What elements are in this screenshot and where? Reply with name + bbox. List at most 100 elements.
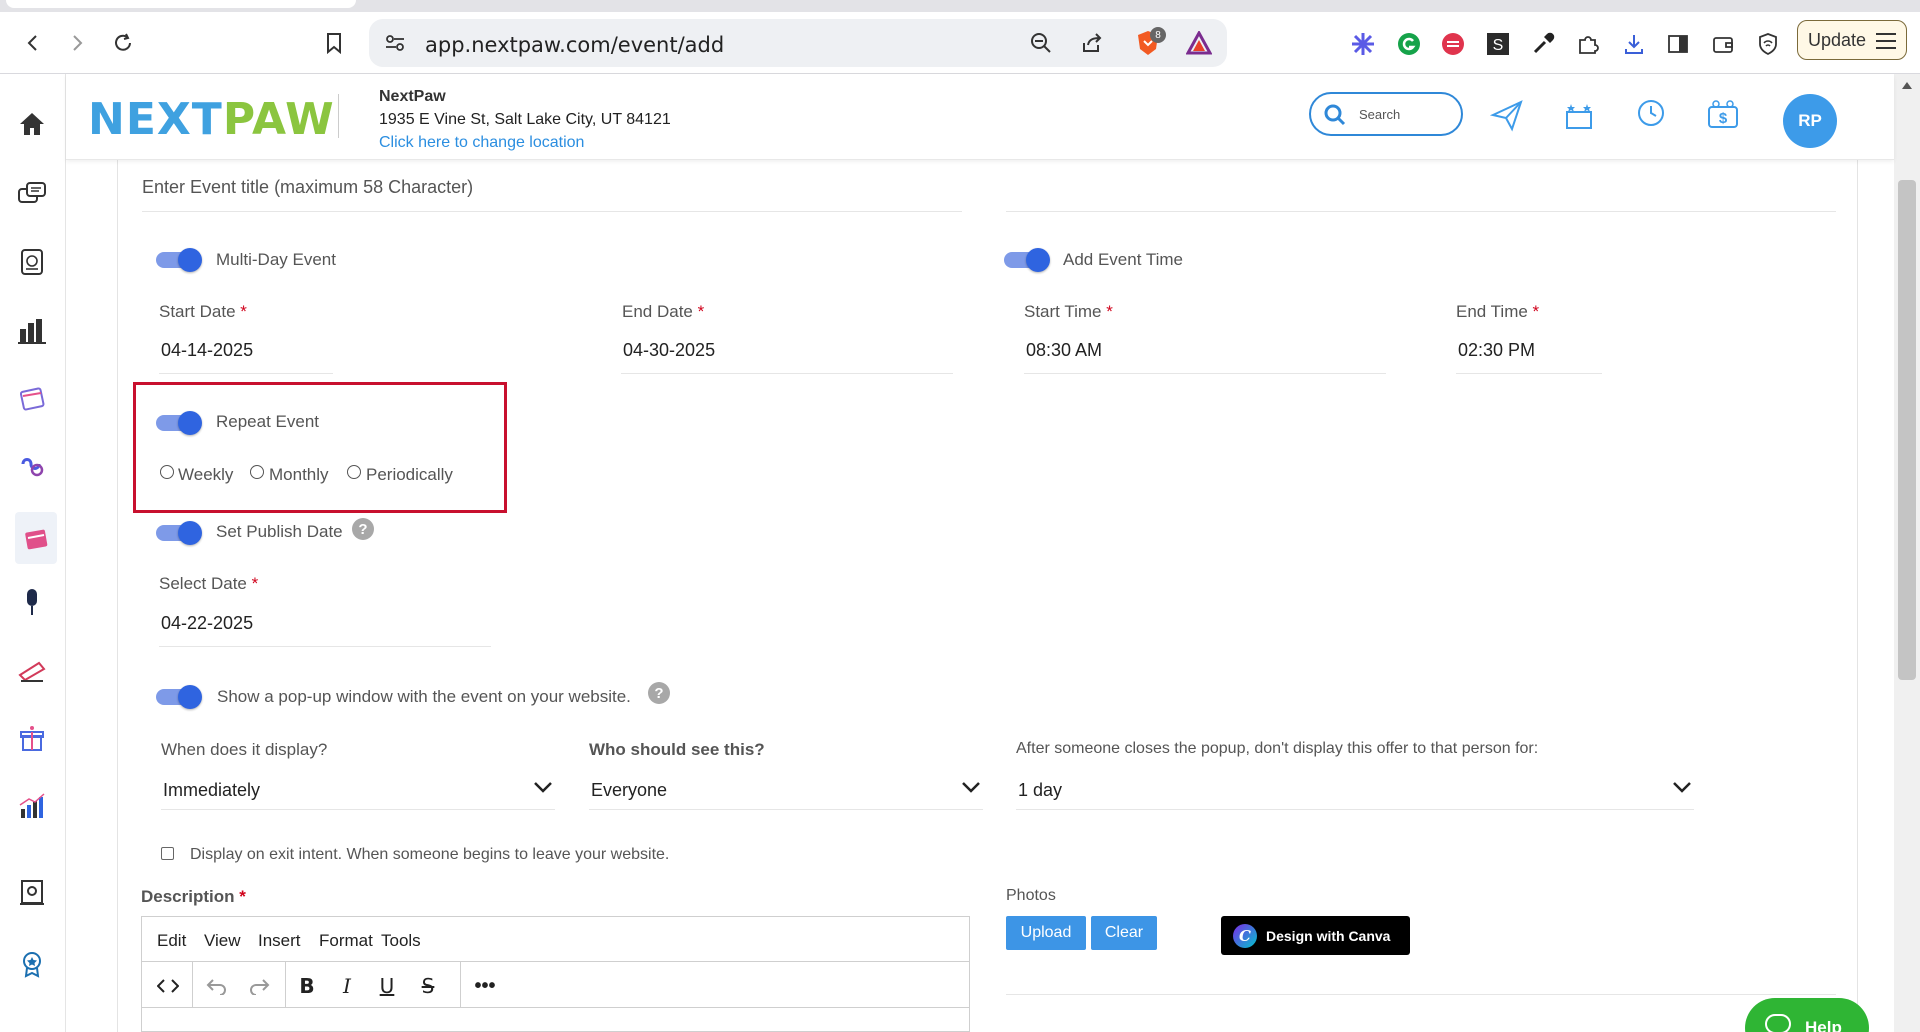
send-icon[interactable] — [1489, 98, 1524, 132]
page-scrollbar[interactable] — [1894, 74, 1920, 1032]
menu-icon — [1876, 33, 1896, 54]
redo-icon[interactable] — [246, 974, 272, 998]
settings-building-icon[interactable] — [14, 874, 50, 910]
update-button[interactable]: Update — [1797, 20, 1907, 60]
calendar-icon[interactable] — [14, 380, 50, 416]
end-time-label: End Time * — [1456, 302, 1539, 322]
end-time-input[interactable]: 02:30 PM — [1456, 334, 1602, 374]
start-date-input[interactable]: 04-14-2025 — [159, 334, 333, 374]
repeat-weekly-radio[interactable] — [160, 465, 174, 479]
repeat-monthly-radio[interactable] — [250, 465, 264, 479]
address-bar[interactable]: app.nextpaw.com/event/add 8 — [369, 19, 1227, 67]
required-mark: * — [251, 574, 259, 593]
nextpaw-logo[interactable]: NEXTPAW — [88, 94, 335, 145]
help-widget-button[interactable]: Help — [1745, 998, 1869, 1032]
forward-icon[interactable] — [60, 26, 94, 60]
clear-button[interactable]: Clear — [1091, 916, 1157, 950]
toolbar-separator — [192, 962, 193, 1008]
download-icon[interactable] — [1620, 30, 1648, 58]
change-location-link[interactable]: Click here to change location — [379, 134, 584, 152]
photos-underline — [1006, 994, 1836, 995]
end-date-label: End Date * — [622, 302, 704, 322]
red-extension-icon[interactable] — [1439, 30, 1467, 58]
description-editor[interactable]: Edit View Insert Format Tools B I U S ••… — [141, 916, 970, 1032]
source-code-icon[interactable] — [155, 974, 181, 998]
design-with-canva-button[interactable]: C Design with Canva — [1221, 916, 1410, 955]
url-text[interactable]: app.nextpaw.com/event/add — [425, 33, 724, 57]
s-extension-icon[interactable]: S — [1484, 30, 1512, 58]
share-icon[interactable] — [1078, 29, 1106, 57]
extensions-puzzle-icon[interactable] — [1574, 30, 1602, 58]
popup-help-icon[interactable]: ? — [648, 682, 670, 704]
who-select[interactable]: Everyone — [589, 768, 983, 810]
reviews-icon[interactable] — [14, 652, 50, 688]
undo-icon[interactable] — [204, 974, 230, 998]
editor-menu-view[interactable]: View — [204, 931, 241, 951]
billing-icon[interactable] — [14, 244, 50, 280]
strikethrough-icon[interactable]: S — [415, 974, 441, 998]
description-label-text: Description — [141, 887, 235, 906]
zoom-out-icon[interactable] — [1027, 29, 1055, 57]
eyedropper-icon[interactable] — [1529, 30, 1557, 58]
home-icon[interactable] — [14, 106, 50, 142]
repeat-periodically-label[interactable]: Periodically — [366, 465, 453, 485]
exit-intent-checkbox[interactable] — [161, 847, 174, 860]
update-label: Update — [1808, 29, 1867, 50]
repeat-event-toggle[interactable] — [156, 411, 202, 435]
scroll-thumb[interactable] — [1898, 180, 1916, 680]
add-time-toggle[interactable] — [1004, 248, 1050, 272]
event-title-input[interactable]: Enter Event title (maximum 58 Character) — [142, 177, 962, 212]
active-tab[interactable] — [6, 0, 356, 8]
repeat-monthly-label[interactable]: Monthly — [269, 465, 329, 485]
bold-icon[interactable]: B — [294, 974, 320, 998]
user-avatar[interactable]: RP — [1783, 94, 1837, 148]
select-date-input[interactable]: 04-22-2025 — [159, 607, 491, 647]
payments-icon[interactable]: $ — [1706, 98, 1740, 132]
start-date-label: Start Date * — [159, 302, 247, 322]
more-icon[interactable]: ••• — [472, 974, 498, 998]
editor-menu-insert[interactable]: Insert — [258, 931, 301, 951]
editor-menu-edit[interactable]: Edit — [157, 931, 186, 951]
brave-shield-icon[interactable]: 8 — [1134, 27, 1166, 57]
publish-help-icon[interactable]: ? — [352, 518, 374, 540]
reports-chart-icon[interactable] — [14, 788, 50, 824]
editor-menu-format[interactable]: Format — [319, 931, 373, 951]
multi-day-toggle[interactable] — [156, 248, 202, 272]
grammarly-icon[interactable] — [1395, 30, 1423, 58]
italic-icon[interactable]: I — [334, 974, 360, 998]
popup-toggle[interactable] — [156, 685, 202, 709]
brave-rewards-icon[interactable] — [1185, 29, 1213, 57]
back-icon[interactable] — [16, 26, 50, 60]
closes-duration-select[interactable]: 1 day — [1016, 768, 1694, 810]
search-input[interactable]: Search — [1309, 92, 1463, 136]
sidebar-toggle-icon[interactable] — [1664, 30, 1692, 58]
who-value: Everyone — [591, 780, 668, 800]
microphone-icon[interactable] — [14, 584, 50, 620]
end-date-input[interactable]: 04-30-2025 — [621, 334, 953, 374]
chat-icon[interactable] — [14, 176, 50, 212]
clock-icon[interactable] — [1634, 98, 1668, 132]
events-icon[interactable] — [15, 512, 57, 564]
scroll-up-icon[interactable] — [1902, 82, 1912, 89]
editor-toolbar: B I U S ••• — [142, 962, 969, 1008]
award-icon[interactable] — [14, 946, 50, 982]
upload-button[interactable]: Upload — [1006, 916, 1086, 950]
vpn-icon[interactable] — [1754, 30, 1782, 58]
underline-icon[interactable]: U — [374, 974, 400, 998]
gift-icon[interactable] — [14, 720, 50, 756]
publish-date-toggle[interactable] — [156, 521, 202, 545]
loyalty-icon[interactable] — [1562, 98, 1596, 132]
analytics-building-icon[interactable] — [14, 312, 50, 348]
editor-menu-tools[interactable]: Tools — [381, 931, 421, 951]
bookmark-icon[interactable] — [317, 26, 351, 60]
select-date-label-text: Select Date — [159, 574, 247, 593]
repeat-weekly-label[interactable]: Weekly — [178, 465, 233, 485]
start-time-input[interactable]: 08:30 AM — [1024, 334, 1386, 374]
reload-icon[interactable] — [106, 26, 140, 60]
wallet-icon[interactable] — [1709, 30, 1737, 58]
repeat-periodically-radio[interactable] — [347, 465, 361, 479]
referral-icon[interactable] — [14, 448, 50, 484]
perplexity-extension-icon[interactable] — [1349, 30, 1377, 58]
display-when-select[interactable]: Immediately — [161, 768, 555, 810]
site-settings-icon[interactable] — [383, 31, 407, 55]
